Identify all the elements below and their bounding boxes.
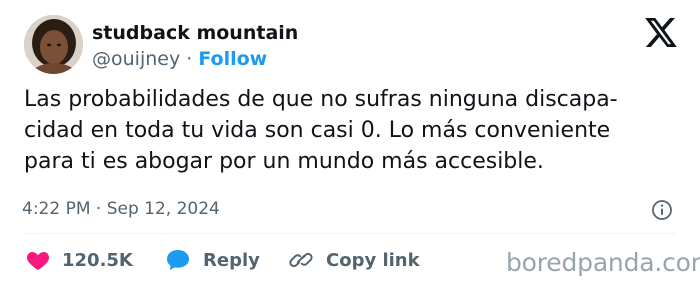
avatar[interactable] (24, 15, 83, 74)
display-name[interactable]: studback mountain (92, 22, 298, 44)
speech-bubble-icon (167, 250, 189, 270)
watermark: boredpanda.com (506, 248, 700, 277)
link-icon (289, 252, 313, 268)
handle-row: @ouijney · Follow (92, 48, 267, 70)
copy-link-button[interactable]: Copy link (288, 247, 420, 273)
reply-label: Reply (203, 249, 260, 271)
divider (24, 233, 676, 234)
tweet-text-line: para ti es abogar por un mundo más acces… (24, 149, 544, 174)
copy-link-label: Copy link (326, 249, 420, 271)
follow-button[interactable]: Follow (198, 48, 267, 70)
handle-separator: · (186, 48, 193, 70)
tweet-timestamp[interactable]: 4:22 PM · Sep 12, 2024 (22, 199, 220, 219)
tweet-text-line: cidad en toda tu vida son casi 0. Lo más… (24, 118, 611, 143)
heart-icon (26, 252, 50, 270)
reply-button[interactable]: Reply (165, 247, 260, 273)
like-button[interactable]: 120.5K (26, 247, 133, 273)
tweet-text: Las probabilidades de que no sufras ning… (24, 84, 689, 177)
tweet-text-line: Las probabilidades de que no sufras ning… (24, 87, 618, 112)
like-count: 120.5K (62, 249, 133, 271)
avatar-image (24, 15, 83, 74)
user-handle[interactable]: @ouijney (92, 48, 180, 70)
x-logo-icon[interactable] (645, 18, 677, 47)
info-icon[interactable] (651, 199, 673, 221)
